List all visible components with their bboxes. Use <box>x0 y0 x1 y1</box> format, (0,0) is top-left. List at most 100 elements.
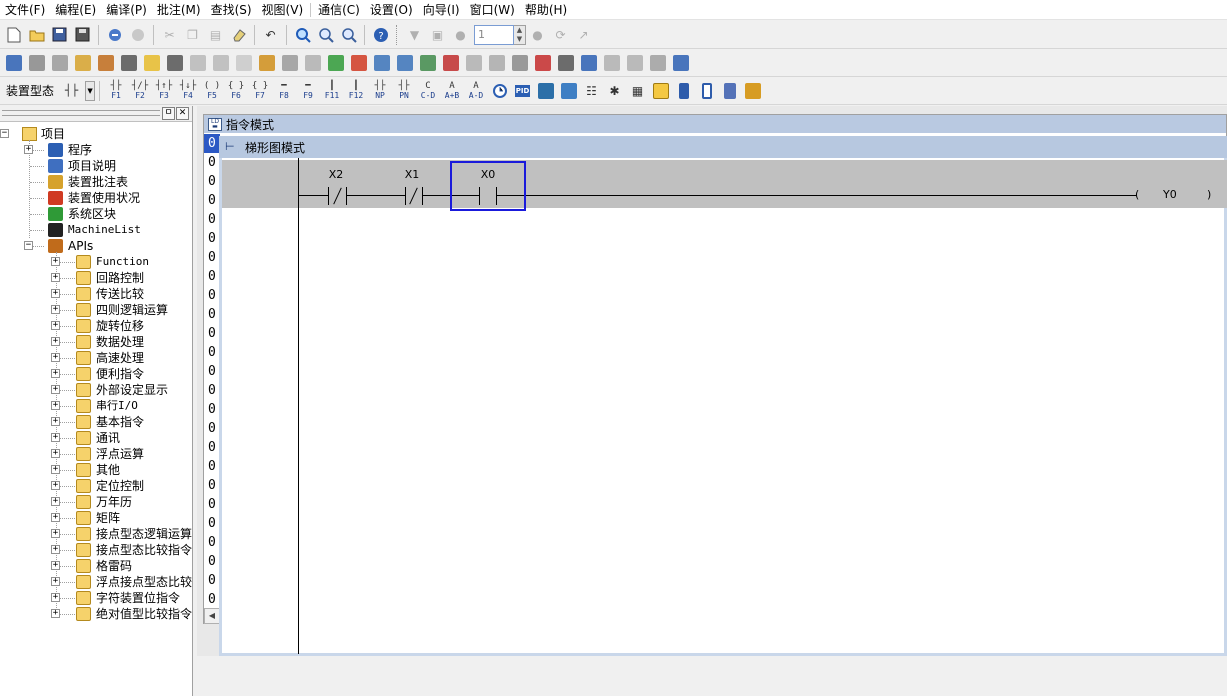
menu-item-0[interactable]: 文件(F) <box>0 0 50 20</box>
tree-api-item-2[interactable]: + 传送比较 <box>0 286 193 302</box>
panel-close-button[interactable]: ✕ <box>176 107 189 120</box>
card-icon[interactable] <box>696 80 717 101</box>
menu-item-9[interactable]: 窗口(W) <box>465 0 520 20</box>
tree-expander-icon[interactable]: + <box>51 433 60 442</box>
tree-expander-icon[interactable]: + <box>51 289 60 298</box>
network-icon[interactable] <box>535 80 556 101</box>
yellow-grid-icon[interactable] <box>141 52 162 73</box>
pin-button[interactable]: ㅁ <box>162 107 175 120</box>
instruction-row-number[interactable]: 0 <box>204 267 220 286</box>
satellite-icon[interactable] <box>417 52 438 73</box>
copy-icon[interactable]: ❐ <box>182 24 203 45</box>
instruction-row-number[interactable]: 0 <box>204 476 220 495</box>
tree-expander-icon[interactable]: + <box>51 593 60 602</box>
module-icon[interactable] <box>742 80 763 101</box>
fkey-button-f2[interactable]: ┤/├ F2 <box>129 80 151 102</box>
tree-item-5[interactable]: MachineList <box>0 222 193 238</box>
fkey-button-pn[interactable]: ┤├ PN <box>393 80 415 102</box>
instruction-row-number[interactable]: 0 <box>204 248 220 267</box>
instruction-row-number[interactable]: 0 <box>204 495 220 514</box>
save-icon[interactable] <box>49 24 70 45</box>
stop-run-icon[interactable] <box>348 52 369 73</box>
save-all-icon[interactable] <box>72 24 93 45</box>
grid-table-icon[interactable] <box>118 52 139 73</box>
fkey-button-ab[interactable]: A A+B <box>441 80 463 102</box>
config-icon[interactable] <box>670 52 691 73</box>
tree-api-item-6[interactable]: + 高速处理 <box>0 350 193 366</box>
bulb-icon[interactable] <box>233 52 254 73</box>
tree-api-item-0[interactable]: + Function <box>0 254 193 270</box>
zoom-in-icon[interactable] <box>315 24 336 45</box>
instruction-row-number[interactable]: 0 <box>204 343 220 362</box>
menu-item-4[interactable]: 查找(S) <box>206 0 257 20</box>
tree-api-item-17[interactable]: + 接点型态逻辑运算 <box>0 526 193 542</box>
zoom-icon[interactable] <box>292 24 313 45</box>
new-file-icon[interactable] <box>3 24 24 45</box>
tree-expander-icon[interactable]: + <box>51 545 60 554</box>
bus-icon[interactable] <box>719 80 740 101</box>
timer-icon[interactable] <box>489 80 510 101</box>
monitor-up-icon[interactable] <box>371 52 392 73</box>
instruction-row-number[interactable]: 0 <box>204 419 220 438</box>
gear-icon[interactable]: ✱ <box>604 80 625 101</box>
ladder-mode-window[interactable]: ⊢ 梯形图模式 X2 X1 X0 (Y0) <box>219 136 1227 656</box>
waveform-icon[interactable] <box>558 80 579 101</box>
fkey-button-ad[interactable]: A A-D <box>465 80 487 102</box>
comment-icon[interactable] <box>26 52 47 73</box>
stop-icon[interactable]: ● <box>527 24 548 45</box>
tree-expander-icon[interactable]: + <box>51 305 60 314</box>
tree-api-item-12[interactable]: + 浮点运算 <box>0 446 193 462</box>
ladder-canvas[interactable]: X2 X1 X0 ( Y0 ) <box>222 158 1227 654</box>
monitor-down-icon[interactable] <box>394 52 415 73</box>
tree-expander-icon[interactable]: + <box>24 145 33 154</box>
menu-item-6[interactable]: 通信(C) <box>313 0 365 20</box>
tree-api-item-16[interactable]: + 矩阵 <box>0 510 193 526</box>
instruction-row-number[interactable]: 0 <box>204 381 220 400</box>
instruction-row-number[interactable]: 0 <box>204 324 220 343</box>
tree-item-3[interactable]: 装置使用状况 <box>0 190 193 206</box>
io2-icon[interactable] <box>509 52 530 73</box>
tree-expander-icon[interactable]: + <box>51 465 60 474</box>
tree-expander-icon[interactable]: + <box>51 369 60 378</box>
tree-expander-icon[interactable]: + <box>51 577 60 586</box>
tree-expander-icon[interactable]: + <box>51 529 60 538</box>
table-icon[interactable]: ☷ <box>581 80 602 101</box>
tree-api-item-18[interactable]: + 接点型态比较指令 <box>0 542 193 558</box>
instruction-row-number[interactable]: 0 <box>204 229 220 248</box>
tree-api-item-1[interactable]: + 回路控制 <box>0 270 193 286</box>
instruction-row-number[interactable]: 0 <box>204 571 220 590</box>
tree-api-item-13[interactable]: + 其他 <box>0 462 193 478</box>
memory-icon[interactable] <box>279 52 300 73</box>
open-folder-icon[interactable] <box>26 24 47 45</box>
tree-api-item-15[interactable]: + 万年历 <box>0 494 193 510</box>
instruction-row-number[interactable]: 0 <box>204 172 220 191</box>
instruction-row-number[interactable]: 0 <box>204 438 220 457</box>
tree-expander-icon[interactable]: + <box>51 257 60 266</box>
tree-expander-icon[interactable]: + <box>51 273 60 282</box>
monitor-icon[interactable]: ▣ <box>427 24 448 45</box>
tree-api-item-8[interactable]: + 外部设定显示 <box>0 382 193 398</box>
instruction-row-number[interactable]: 0 <box>204 153 220 172</box>
tree-expander-icon[interactable]: + <box>51 353 60 362</box>
menu-item-10[interactable]: 帮助(H) <box>520 0 572 20</box>
fkey-button-np[interactable]: ┤├ NP <box>369 80 391 102</box>
edit-note-icon[interactable] <box>72 52 93 73</box>
chat2-icon[interactable] <box>210 52 231 73</box>
floppy-icon[interactable] <box>647 52 668 73</box>
tree-item-2[interactable]: 装置批注表 <box>0 174 193 190</box>
tree-api-item-4[interactable]: + 旋转位移 <box>0 318 193 334</box>
screen-icon[interactable] <box>578 52 599 73</box>
instruction-row-number[interactable]: 0 <box>204 305 220 324</box>
device-icon[interactable] <box>95 52 116 73</box>
tree-item-1[interactable]: 项目说明 <box>0 158 193 174</box>
return-icon[interactable]: ↶ <box>260 24 281 45</box>
code-icon[interactable] <box>440 52 461 73</box>
search-q-icon[interactable] <box>601 52 622 73</box>
tree-api-item-9[interactable]: + 串行I/O <box>0 398 193 414</box>
fkey-button-f4[interactable]: ┤↓├ F4 <box>177 80 199 102</box>
zoom-out-icon[interactable] <box>338 24 359 45</box>
help-icon[interactable]: ? <box>370 24 391 45</box>
tree-expander-icon[interactable]: + <box>51 513 60 522</box>
paste-icon[interactable]: ▤ <box>205 24 226 45</box>
chat-icon[interactable] <box>187 52 208 73</box>
